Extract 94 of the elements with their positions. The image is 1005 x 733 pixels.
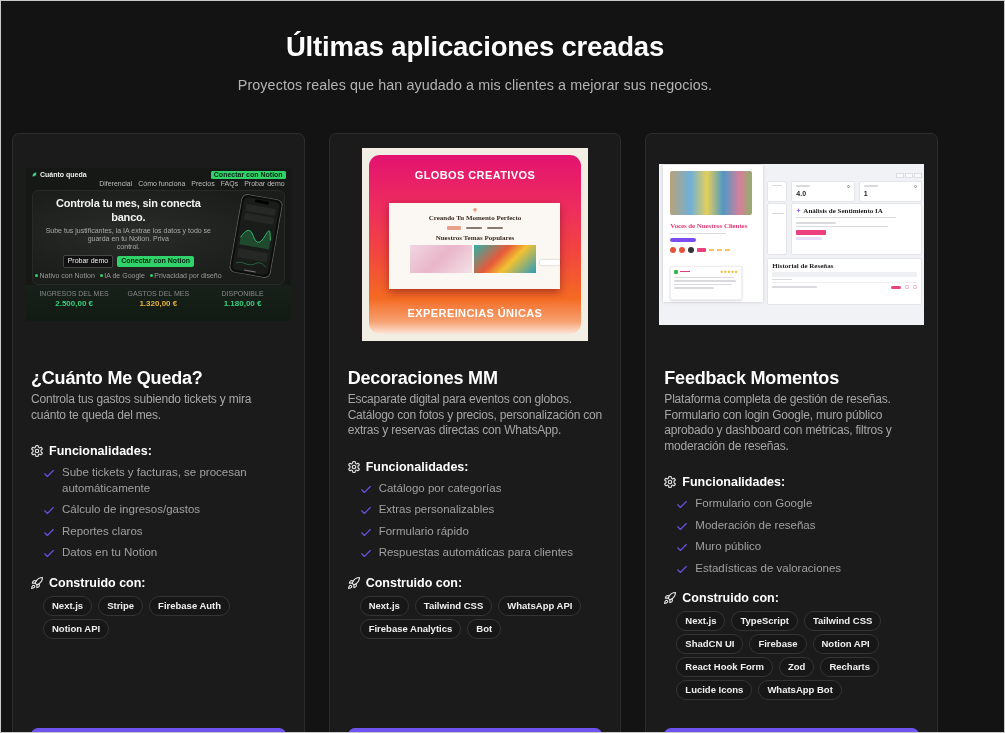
check-icon [677, 501, 688, 508]
check-icon [44, 470, 54, 477]
feature-text: Moderación de reseñas [695, 517, 816, 533]
tech-tag: Next.js [359, 595, 409, 616]
project-title: Decoraciones MM [347, 367, 498, 390]
tech-tag: Tailwind CSS [803, 611, 882, 631]
pill-shape [796, 230, 827, 235]
hero-headline: Controla tu mes, sin conecta banco. [55, 195, 201, 224]
project-description: Controla tus gastos subiendo tickets y mira cuánto te queda del mes. [31, 392, 253, 423]
tag-shape [697, 248, 707, 252]
dot-icon [35, 274, 39, 277]
name-line-drawing [680, 270, 691, 273]
stat-card [767, 180, 788, 202]
feature-text: Muro público [695, 539, 762, 554]
tech-tag: Tailwind CSS [414, 595, 493, 616]
feature-text: Formulario rápido [378, 523, 469, 539]
feature-text: Respuestas automáticas para clientes [378, 545, 573, 560]
feature-text: Cálculo de ingresos/gastos [62, 502, 201, 517]
tech-tag: Firebase [749, 634, 807, 654]
stat-value: 1.180,00 € [223, 298, 262, 309]
check-icon [677, 544, 688, 551]
check-icon [44, 528, 54, 536]
tech-tag: React Hook Form [676, 657, 773, 677]
status-pill [891, 285, 901, 289]
check-icon [360, 528, 371, 536]
link-lines-drawing [466, 227, 503, 229]
tech-tag: Firebase Analytics [359, 618, 462, 639]
stars-icon [720, 269, 739, 274]
tech-tag: Next.js [676, 611, 726, 631]
photo-placeholder [410, 245, 473, 273]
tech-tag: Firebase Auth [149, 595, 231, 616]
section-title: Últimas aplicaciones creadas [285, 30, 665, 64]
avatar-icon [674, 269, 679, 274]
stat-value: 1.320,00 € [139, 298, 178, 309]
tech-tag: WhatsApp Bot [758, 680, 842, 700]
dot-icon [99, 274, 103, 277]
stack-heading: Construido con: [365, 574, 463, 592]
feature-text: Estadísticas de valoraciones [695, 560, 842, 576]
content-card [767, 202, 788, 255]
circle-icon [679, 247, 686, 253]
pill-shape [447, 226, 461, 230]
feature-text: Catálogo por categorías [378, 480, 502, 496]
text-line-drawing [670, 232, 727, 234]
circle-icon [688, 247, 695, 253]
sparkle-icon [796, 208, 802, 213]
stat-value: 2.500,00 € [55, 298, 93, 309]
feature-text: Extras personalizables [378, 502, 495, 517]
tech-tag: Notion API [43, 618, 110, 639]
tech-tag: Recharts [820, 657, 880, 677]
features-heading: Funcionalidades: [365, 458, 469, 476]
pill-shape [670, 238, 697, 242]
features-heading: Funcionalidades: [49, 443, 152, 460]
tech-tag: ShadCN UI [676, 634, 744, 654]
stack-heading: Construido con: [49, 574, 146, 592]
tech-tag: WhatsApp API [498, 595, 582, 616]
check-icon [360, 550, 371, 557]
tag-shape [796, 237, 823, 240]
feature-text: Datos en tu Notion [62, 545, 158, 560]
tech-tag: Next.js [43, 595, 93, 616]
photo-placeholder [474, 245, 537, 273]
feature-text: Formulario con Google [695, 496, 813, 511]
dot-icon [149, 274, 153, 277]
tech-tag: Notion API [812, 634, 879, 654]
balloon-icon [473, 208, 477, 213]
project-title: Feedback Momentos [664, 367, 839, 390]
leaf-icon [32, 172, 37, 177]
feature-text: Sube tickets y facturas, se procesan automáticamente [62, 465, 248, 496]
tech-tag: Bot [467, 618, 502, 639]
project-description: Plataforma completa de gestión de reseñas. Formulario con login Google, muro público aprobado y dashboard con métricas, filtros y moderación de reseñas. [664, 392, 893, 454]
tech-tag: Stripe [98, 595, 144, 616]
check-icon [44, 550, 54, 557]
gear-icon [347, 460, 360, 473]
feature-text: Reportes claros [62, 523, 143, 539]
features-heading: Funcionalidades: [682, 474, 786, 491]
project-title: ¿Cuánto Me Queda? [31, 367, 203, 390]
check-icon [360, 507, 371, 514]
circle-icon [670, 247, 677, 253]
gear-icon [31, 445, 43, 457]
check-icon [677, 565, 688, 573]
check-icon [677, 522, 688, 530]
rocket-icon [664, 592, 677, 604]
section-subtitle: Proyectos reales que han ayudado a mis clientes a mejorar sus negocios. [237, 76, 713, 95]
tech-tag: TypeScript [731, 611, 798, 631]
project-description: Escaparate digital para eventos con globos. Catálogo con fotos y precios, personalización con extras y reservas directas con WhatsApp. [347, 392, 603, 439]
gear-icon [664, 476, 677, 488]
poster-headline: GLOBOS CREATIVOS [414, 168, 536, 183]
rocket-icon [347, 576, 360, 589]
stack-heading: Construido con: [682, 590, 779, 607]
tech-tag: Lucide Icons [676, 680, 753, 700]
rocket-icon [31, 576, 43, 589]
check-icon [44, 507, 54, 514]
tech-tag: Zod [779, 657, 815, 677]
check-icon [360, 485, 371, 493]
poster-tagline: EXPEREINCIAS ÚNICAS [407, 306, 543, 321]
